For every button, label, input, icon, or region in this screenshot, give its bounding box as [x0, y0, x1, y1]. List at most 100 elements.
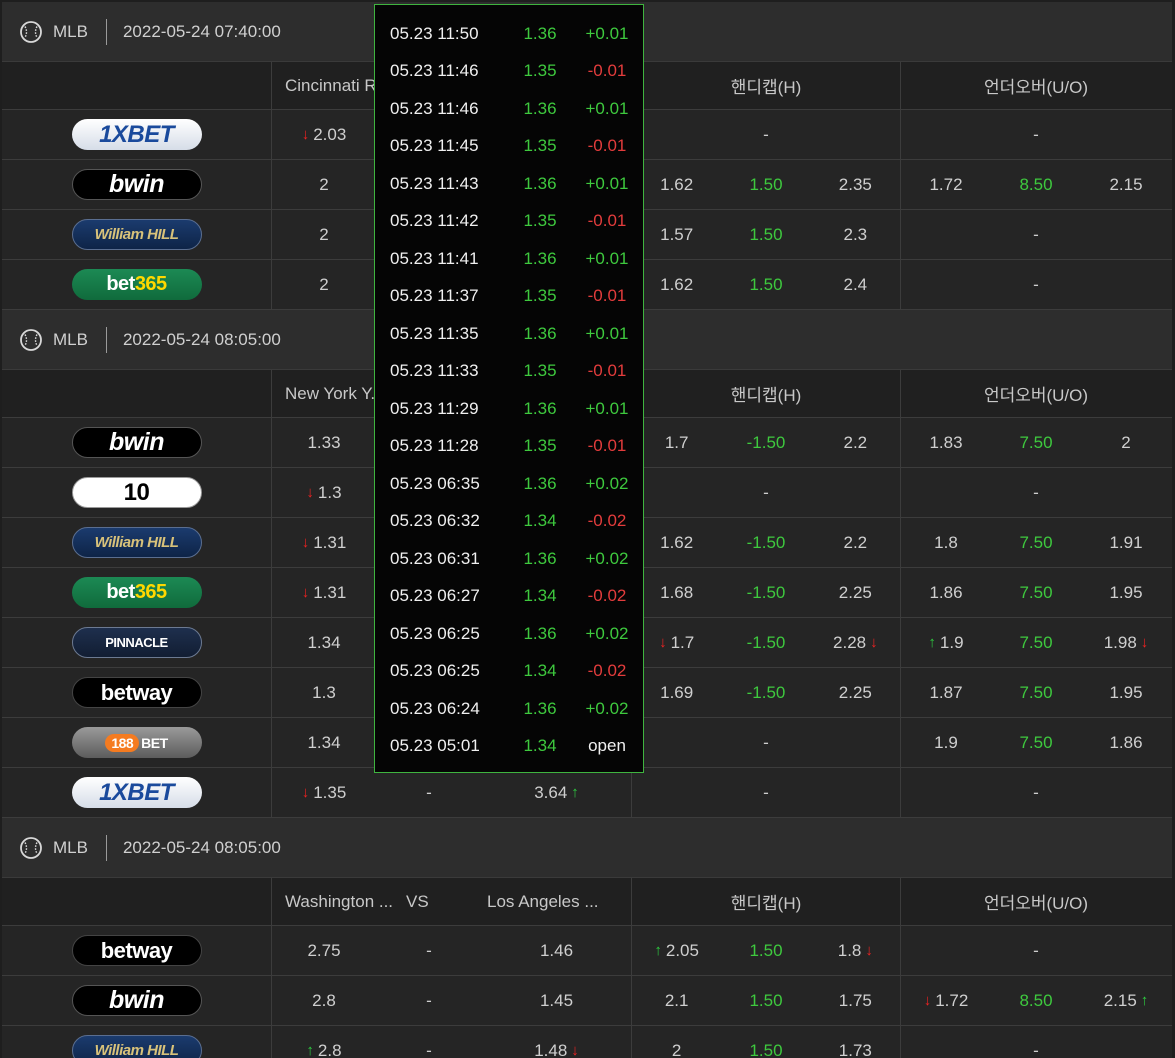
over-odds[interactable]: 1.9	[901, 718, 991, 767]
handicap-home-odds[interactable]: 1.57	[632, 210, 721, 259]
under-odds[interactable]: 1.98 ↓	[1081, 618, 1171, 667]
handicap-line-value: -1.50	[746, 632, 786, 652]
handicap-home-odds[interactable]: 1.68	[632, 568, 721, 617]
draw-odds[interactable]: -	[376, 976, 482, 1025]
bookmaker-cell[interactable]: betway	[2, 926, 272, 975]
bookmaker-cell[interactable]: bwin	[2, 418, 272, 467]
over-odds-value: 1.87	[929, 682, 963, 702]
over-odds[interactable]: 1.83	[901, 418, 991, 467]
bookmaker-cell[interactable]: William HILL	[2, 1026, 272, 1058]
home-odds[interactable]: 1.33	[272, 418, 376, 467]
bookmaker-cell[interactable]: 1XBET	[2, 768, 272, 817]
handicap-away-odds[interactable]: 2.28 ↓	[811, 618, 900, 667]
handicap-away-odds[interactable]: 2.4	[811, 260, 900, 309]
history-odds: 1.35	[523, 61, 557, 81]
history-row: 05.23 11:28 1.35 -0.01	[375, 428, 643, 466]
handicap-home-odds[interactable]: 1.62	[632, 518, 721, 567]
home-odds[interactable]: ↓ 1.31	[272, 518, 376, 567]
bookmaker-cell[interactable]: 1XBET	[2, 110, 272, 159]
handicap-home-odds[interactable]: ↓ 1.7	[632, 618, 721, 667]
under-odds[interactable]: 1.91	[1081, 518, 1171, 567]
over-odds[interactable]: 1.87	[901, 668, 991, 717]
handicap-home-odds[interactable]: 1.69	[632, 668, 721, 717]
under-odds[interactable]: 1.86	[1081, 718, 1171, 767]
bookmaker-name: William HILL	[94, 1042, 179, 1058]
over-odds-value: 1.72	[929, 174, 963, 194]
home-odds[interactable]: 2	[272, 160, 376, 209]
handicap-away-odds[interactable]: 2.3	[811, 210, 900, 259]
over-under-header: 언더오버(U/O)	[901, 62, 1171, 109]
home-odds-value: 1.3	[312, 682, 336, 702]
home-odds[interactable]: ↓ 1.3	[272, 468, 376, 517]
under-odds[interactable]: 2.15 ↑	[1081, 976, 1171, 1025]
history-change: -0.01	[587, 286, 627, 306]
home-odds[interactable]: 2	[272, 210, 376, 259]
bookmaker-cell[interactable]: William HILL	[2, 518, 272, 567]
bookmaker-cell[interactable]: 188 BET	[2, 718, 272, 767]
handicap-away-odds[interactable]: 2.35	[811, 160, 900, 209]
bookmaker-cell[interactable]: 10	[2, 468, 272, 517]
handicap-home-odds[interactable]: 2.1	[632, 976, 721, 1025]
over-odds[interactable]: 1.8	[901, 518, 991, 567]
odds-row: 1XBET ↓ 1.35 - 3.64 ↑ - -	[2, 768, 1172, 818]
handicap-away-odds[interactable]: 1.8 ↓	[811, 926, 900, 975]
handicap-label: 핸디캡(H)	[730, 78, 802, 97]
away-odds[interactable]: 3.64 ↑	[482, 768, 632, 817]
bookmaker-cell[interactable]: bet365	[2, 568, 272, 617]
handicap-home-odds-value: 1.62	[660, 532, 694, 552]
handicap-group: 1.68 -1.50 2.25	[632, 568, 901, 617]
home-odds[interactable]: 2.75	[272, 926, 376, 975]
over-odds[interactable]: ↓ 1.72	[901, 976, 991, 1025]
handicap-away-odds[interactable]: 2.25	[811, 568, 900, 617]
over-odds[interactable]: 1.72	[901, 160, 991, 209]
history-odds: 1.36	[523, 23, 557, 43]
over-odds[interactable]: ↑ 1.9	[901, 618, 991, 667]
away-team-name[interactable]: Los Angeles ...	[476, 878, 632, 925]
home-odds-value: 2	[319, 274, 329, 294]
home-odds[interactable]: 2.8	[272, 976, 376, 1025]
handicap-home-odds[interactable]: 2	[632, 1026, 721, 1058]
home-odds[interactable]: ↓ 1.35	[272, 768, 376, 817]
home-team-name[interactable]: Washington ...	[272, 878, 406, 925]
bookmaker-cell[interactable]: PINNACLE	[2, 618, 272, 667]
home-odds[interactable]: 1.34	[272, 718, 376, 767]
handicap-home-odds[interactable]: 1.7	[632, 418, 721, 467]
handicap-away-odds[interactable]: 2.25	[811, 668, 900, 717]
over-under-empty: -	[901, 768, 1171, 817]
handicap-home-odds[interactable]: ↑ 2.05	[632, 926, 721, 975]
away-odds[interactable]: 1.48 ↓	[482, 1026, 632, 1058]
handicap-away-odds[interactable]: 2.2	[811, 518, 900, 567]
home-odds[interactable]: ↓ 2.03	[272, 110, 376, 159]
away-odds[interactable]: 1.46	[482, 926, 632, 975]
home-odds[interactable]: 1.3	[272, 668, 376, 717]
over-odds[interactable]: 1.86	[901, 568, 991, 617]
handicap-away-odds[interactable]: 1.75	[811, 976, 900, 1025]
bookmaker-cell[interactable]: betway	[2, 668, 272, 717]
bookmaker-cell[interactable]: bwin	[2, 976, 272, 1025]
history-change: +0.01	[585, 398, 629, 418]
bookmaker-cell[interactable]: bet365	[2, 260, 272, 309]
draw-odds[interactable]: -	[376, 768, 482, 817]
under-odds[interactable]: 1.95	[1081, 568, 1171, 617]
history-time: 05.23 11:29	[390, 398, 479, 418]
league-name: MLB	[53, 329, 88, 349]
home-odds[interactable]: ↑ 2.8	[272, 1026, 376, 1058]
handicap-home-odds[interactable]: 1.62	[632, 260, 721, 309]
bookmaker-cell[interactable]: bwin	[2, 160, 272, 209]
handicap-dash: -	[763, 782, 769, 802]
home-odds[interactable]: 2	[272, 260, 376, 309]
handicap-line: -1.50	[721, 418, 810, 467]
home-odds[interactable]: 1.34	[272, 618, 376, 667]
bookmaker-cell[interactable]: William HILL	[2, 210, 272, 259]
handicap-home-odds[interactable]: 1.62	[632, 160, 721, 209]
under-odds[interactable]: 1.95	[1081, 668, 1171, 717]
under-odds[interactable]: 2.15	[1081, 160, 1171, 209]
under-odds[interactable]: 2	[1081, 418, 1171, 467]
handicap-home-odds-value: 1.7	[670, 632, 695, 652]
away-odds[interactable]: 1.45	[482, 976, 632, 1025]
draw-odds[interactable]: -	[376, 926, 482, 975]
home-odds[interactable]: ↓ 1.31	[272, 568, 376, 617]
handicap-away-odds[interactable]: 2.2	[811, 418, 900, 467]
draw-odds[interactable]: -	[376, 1026, 482, 1058]
handicap-away-odds[interactable]: 1.73	[811, 1026, 900, 1058]
